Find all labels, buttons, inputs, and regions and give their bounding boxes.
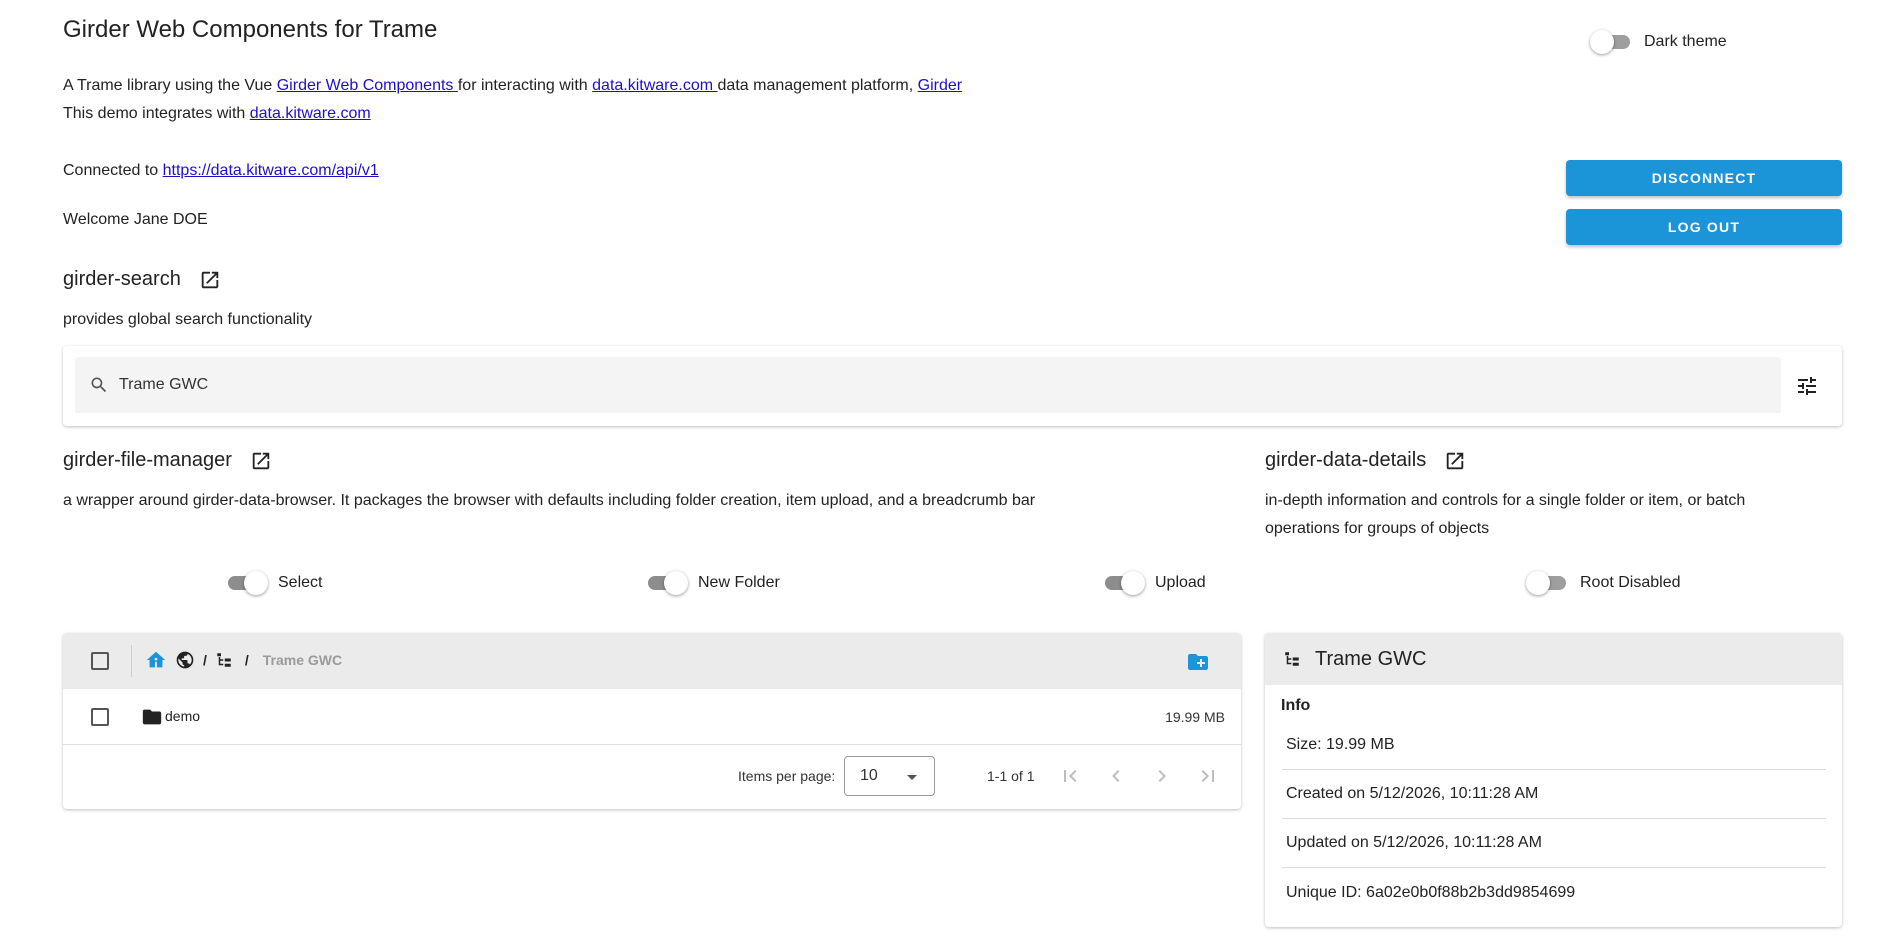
info-label: Info	[1281, 697, 1311, 714]
upload-toggle-label: Upload	[1155, 574, 1206, 591]
root-disabled-switch[interactable]	[1526, 571, 1566, 595]
disconnect-button[interactable]: DISCONNECT	[1566, 160, 1842, 196]
next-page-icon[interactable]	[1150, 764, 1174, 788]
table-row[interactable]: demo 19.99 MB	[63, 689, 1241, 745]
tree-icon[interactable]	[215, 651, 233, 669]
dark-theme-toggle[interactable]: Dark theme	[1590, 30, 1727, 54]
data-details-description-line2: operations for groups of objects	[1265, 520, 1490, 537]
row-checkbox[interactable]	[91, 708, 109, 726]
data-details-description-line1: in-depth information and controls for a …	[1265, 492, 1746, 509]
logout-button[interactable]: LOG OUT	[1566, 209, 1842, 245]
prev-page-icon[interactable]	[1104, 764, 1128, 788]
detail-unique-id: Unique ID: 6a02e0b0f88b2b3dd9854699	[1286, 883, 1576, 901]
search-icon	[91, 377, 107, 393]
select-switch[interactable]	[228, 571, 268, 595]
upload-toggle[interactable]: Upload	[1105, 571, 1206, 595]
items-per-page-value: 10	[860, 767, 878, 784]
connected-label: Connected to	[63, 162, 163, 179]
globe-icon[interactable]	[175, 650, 195, 670]
upload-switch[interactable]	[1105, 571, 1145, 595]
welcome-text: Welcome Jane DOE	[63, 211, 208, 228]
search-section-heading: girder-search	[63, 268, 221, 291]
breadcrumb-separator-2: /	[244, 652, 249, 668]
root-disabled-toggle-label: Root Disabled	[1580, 574, 1681, 591]
breadcrumb-separator: /	[203, 652, 207, 668]
data-kitware-link-2[interactable]: data.kitware.com	[250, 105, 371, 122]
new-folder-switch[interactable]	[648, 571, 688, 595]
search-query: Trame GWC	[119, 376, 209, 393]
search-input[interactable]: Trame GWC	[75, 357, 1781, 413]
tune-icon[interactable]	[1795, 374, 1819, 398]
gwc-link[interactable]: Girder Web Components	[277, 77, 458, 94]
pagination-footer: Items per page: 10 1-1 of 1	[63, 746, 1241, 809]
detail-updated: Updated on 5/12/2026, 10:11:28 AM	[1282, 819, 1826, 868]
select-toggle[interactable]: Select	[228, 571, 323, 595]
connection-status: Connected to https://data.kitware.com/ap…	[63, 162, 379, 180]
new-folder-toggle-label: New Folder	[698, 574, 780, 591]
data-details-section-heading: girder-data-details	[1265, 449, 1466, 472]
intro-text-1: A Trame library using the Vue	[63, 77, 277, 94]
row-size: 19.99 MB	[1165, 709, 1225, 725]
open-in-new-icon[interactable]	[199, 269, 221, 291]
select-toggle-label: Select	[278, 574, 323, 591]
items-per-page-select[interactable]: 10	[844, 756, 935, 796]
row-name[interactable]: demo	[165, 708, 200, 724]
data-details-heading-text: girder-data-details	[1265, 449, 1427, 471]
header-divider	[131, 645, 132, 677]
search-heading-text: girder-search	[63, 268, 181, 290]
file-manager-card: / / Trame GWC demo 19.99 MB Items per pa…	[63, 633, 1241, 809]
page-title: Girder Web Components for Trame	[63, 16, 438, 43]
first-page-icon[interactable]	[1058, 764, 1082, 788]
intro-text-4: This demo integrates with	[63, 105, 250, 122]
file-manager-section-heading: girder-file-manager	[63, 449, 272, 472]
data-details-description: in-depth information and controls for a …	[1265, 487, 1745, 543]
detail-size: Size: 19.99 MB	[1282, 721, 1826, 770]
data-details-header: Trame GWC	[1265, 633, 1842, 685]
data-details-title: Trame GWC	[1315, 647, 1427, 670]
root-disabled-toggle[interactable]: Root Disabled	[1526, 571, 1681, 595]
file-manager-description: a wrapper around girder-data-browser. It…	[63, 492, 1036, 509]
data-kitware-link[interactable]: data.kitware.com	[592, 77, 717, 94]
search-card: Trame GWC	[63, 346, 1842, 426]
intro-text: A Trame library using the Vue Girder Web…	[63, 72, 962, 128]
dark-theme-switch[interactable]	[1590, 30, 1630, 54]
intro-text-2: for interacting with	[457, 77, 593, 94]
detail-created: Created on 5/12/2026, 10:11:28 AM	[1282, 770, 1826, 819]
items-per-page-label: Items per page:	[738, 768, 836, 784]
breadcrumb-current: Trame GWC	[262, 652, 343, 668]
api-url-link[interactable]: https://data.kitware.com/api/v1	[163, 162, 379, 179]
new-folder-icon[interactable]	[1186, 650, 1210, 674]
tree-icon	[1285, 652, 1299, 666]
breadcrumb: / / Trame GWC	[145, 649, 342, 671]
select-all-checkbox[interactable]	[91, 652, 109, 670]
new-folder-toggle[interactable]: New Folder	[648, 571, 780, 595]
open-in-new-icon[interactable]	[250, 450, 272, 472]
last-page-icon[interactable]	[1196, 764, 1220, 788]
open-in-new-icon[interactable]	[1444, 450, 1466, 472]
dropdown-arrow-icon	[907, 775, 917, 780]
dark-theme-label: Dark theme	[1644, 33, 1727, 50]
page-range: 1-1 of 1	[987, 768, 1035, 784]
file-manager-heading-text: girder-file-manager	[63, 449, 232, 471]
folder-icon	[142, 709, 162, 725]
search-description: provides global search functionality	[63, 311, 313, 328]
intro-text-3: data management platform,	[717, 77, 918, 94]
home-icon[interactable]	[145, 649, 167, 671]
data-details-card: Trame GWC Info Size: 19.99 MB Created on…	[1265, 633, 1842, 927]
file-manager-header: / / Trame GWC	[63, 633, 1241, 689]
girder-link[interactable]: Girder	[918, 77, 962, 94]
